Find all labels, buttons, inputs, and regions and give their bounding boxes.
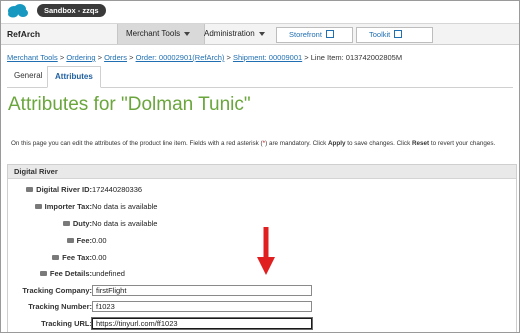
breadcrumb-separator: >	[129, 53, 134, 62]
tracking-company-label: Tracking Company:	[22, 286, 92, 295]
attribute-label: Duty:	[62, 217, 92, 231]
toolkit-label: Toolkit	[369, 30, 391, 39]
attribute-label: Fee:	[66, 234, 92, 248]
storefront-button[interactable]: Storefront	[276, 27, 353, 43]
breadcrumb-current: Line Item: 013742002805M	[310, 53, 403, 62]
breadcrumb-shipment[interactable]: Shipment: 00009001	[233, 53, 302, 62]
attribute-label: Fee Details:	[39, 267, 92, 281]
breadcrumb-order[interactable]: Order: 00002901(RefArch)	[136, 53, 225, 62]
breadcrumb-orders[interactable]: Orders	[104, 53, 127, 62]
storefront-label: Storefront	[289, 30, 322, 39]
app-frame: Sandbox - zzqs RefArch Merchant Tools Ad…	[0, 0, 520, 333]
breadcrumb: Merchant Tools > Ordering > Orders > Ord…	[7, 53, 402, 62]
desc-reset: Reset	[411, 140, 430, 147]
lock-icon	[34, 203, 42, 209]
page-title: Attributes for "Dolman Tunic"	[8, 94, 251, 115]
attribute-value: 0.00	[92, 236, 107, 245]
attribute-value: undefined	[92, 269, 125, 278]
attribute-value: 172440280336	[92, 185, 143, 194]
nav-administration-label: Administration	[204, 29, 255, 38]
toolkit-button[interactable]: Toolkit	[356, 27, 433, 43]
tracking-company-input[interactable]	[92, 285, 312, 296]
attribute-label: Importer Tax:	[34, 200, 92, 214]
site-selector[interactable]: RefArch	[7, 24, 40, 44]
desc-mid1: ) are mandatory. Click	[265, 140, 328, 147]
attribute-value: No data is available	[92, 202, 158, 211]
lock-icon	[66, 237, 74, 243]
breadcrumb-separator: >	[97, 53, 102, 62]
attribute-label: Fee Tax:	[52, 251, 92, 265]
nav-merchant-tools-label: Merchant Tools	[126, 29, 181, 38]
attribute-label: Digital River ID:	[26, 183, 92, 197]
desc-suffix: to revert your changes.	[429, 140, 496, 147]
lock-icon	[52, 254, 60, 260]
lock-icon	[39, 270, 47, 276]
desc-mid2: to save changes. Click	[345, 140, 412, 147]
desc-apply: Apply	[327, 140, 346, 147]
page-description: On this page you can edit the attributes…	[11, 140, 495, 147]
external-link-icon	[394, 30, 403, 39]
chevron-down-icon	[184, 31, 191, 36]
attribute-value: 0.00	[92, 253, 107, 262]
nav-merchant-tools[interactable]: Merchant Tools	[117, 24, 205, 44]
lock-icon	[26, 186, 34, 192]
salesforce-cloud-logo-icon	[8, 4, 28, 18]
top-bar: Sandbox - zzqs	[1, 1, 519, 20]
tracking-url-input[interactable]	[92, 318, 312, 329]
tracking-number-input[interactable]	[92, 301, 312, 312]
breadcrumb-separator: >	[304, 53, 309, 62]
tab-bar: General Attributes	[7, 66, 513, 88]
tracking-url-label: Tracking URL:	[41, 319, 92, 328]
desc-prefix: On this page you can edit the attributes…	[11, 140, 263, 147]
chevron-down-icon	[258, 31, 265, 36]
tracking-number-label: Tracking Number:	[28, 302, 92, 311]
attribute-value: No data is available	[92, 219, 158, 228]
external-link-icon	[325, 30, 334, 39]
breadcrumb-separator: >	[226, 53, 231, 62]
section-title: Digital River	[8, 165, 516, 179]
breadcrumb-merchant-tools[interactable]: Merchant Tools	[7, 53, 58, 62]
tab-general[interactable]: General	[7, 66, 49, 86]
tab-attributes[interactable]: Attributes	[47, 66, 101, 88]
breadcrumb-ordering[interactable]: Ordering	[66, 53, 95, 62]
red-arrow-down-icon	[257, 227, 275, 275]
main-nav: RefArch Merchant Tools Administration St…	[1, 23, 519, 45]
nav-administration[interactable]: Administration	[204, 24, 274, 44]
sandbox-badge: Sandbox - zzqs	[37, 4, 106, 17]
breadcrumb-separator: >	[59, 53, 65, 62]
lock-icon	[62, 220, 70, 226]
